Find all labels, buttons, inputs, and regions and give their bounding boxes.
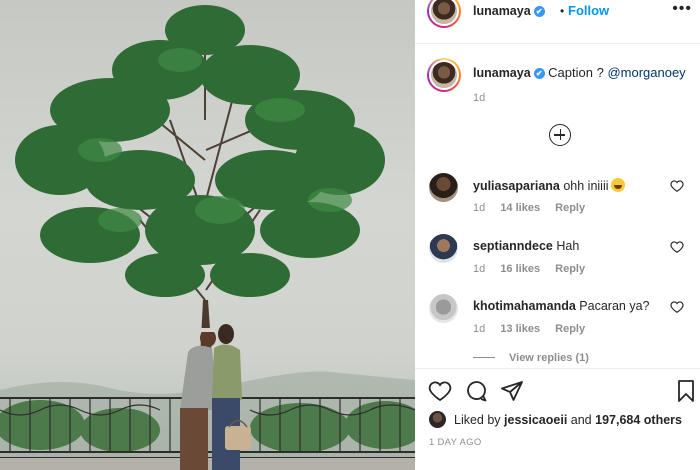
comment-item: septianndece Hah 1d 16 likes Reply bbox=[415, 234, 700, 284]
liker-username[interactable]: jessicaoeii bbox=[504, 413, 567, 427]
comment-likes[interactable]: 14 likes bbox=[500, 202, 540, 214]
comment-time[interactable]: 1d bbox=[473, 323, 485, 335]
separator-dot: • bbox=[560, 4, 565, 18]
likes-prefix: Liked by bbox=[454, 413, 501, 427]
grinning-squint-face-icon bbox=[610, 178, 625, 192]
post-panel: lunamaya ✔ • Follow ••• lunamaya ✔ Caption… bbox=[415, 0, 700, 470]
comment-time[interactable]: 1d bbox=[473, 263, 485, 275]
reply-button[interactable]: Reply bbox=[555, 263, 585, 275]
caption-avatar[interactable] bbox=[427, 58, 461, 92]
view-replies-label[interactable]: View replies (1) bbox=[509, 352, 589, 364]
replies-divider bbox=[473, 357, 495, 358]
caption-username[interactable]: lunamaya ✔ bbox=[473, 66, 548, 80]
comment-text: septianndece Hah bbox=[473, 239, 579, 253]
follow-button[interactable]: Follow bbox=[568, 3, 609, 18]
post-header: lunamaya ✔ • Follow ••• bbox=[415, 0, 700, 44]
liker-avatar[interactable] bbox=[429, 411, 446, 428]
bookmark-icon[interactable] bbox=[674, 379, 698, 403]
commenter-avatar[interactable] bbox=[429, 294, 458, 323]
caption-mention-link[interactable]: @morganoey bbox=[607, 65, 685, 80]
likes-and: and bbox=[570, 413, 592, 427]
commenter-username[interactable]: septianndece bbox=[473, 239, 553, 253]
commenter-avatar[interactable] bbox=[429, 234, 458, 263]
verified-badge-icon: ✔ bbox=[533, 68, 545, 79]
reply-button[interactable]: Reply bbox=[555, 202, 585, 214]
commenter-username[interactable]: yuliasapariana bbox=[473, 179, 560, 193]
verified-badge-icon: ✔ bbox=[533, 6, 545, 17]
reply-button[interactable]: Reply bbox=[555, 323, 585, 335]
comment-text: yuliasapariana ohh iniiii bbox=[473, 178, 625, 193]
comment-item: yuliasapariana ohh iniiii 1d 14 likes Re… bbox=[415, 173, 700, 223]
likes-count[interactable]: 197,684 others bbox=[595, 413, 682, 427]
comment-body: ohh iniiii bbox=[563, 179, 609, 193]
comment-body: Pacaran ya? bbox=[579, 299, 650, 313]
view-replies-button[interactable]: View replies (1) bbox=[473, 352, 589, 364]
caption-body: Caption ? bbox=[548, 65, 604, 80]
comment-likes[interactable]: 16 likes bbox=[500, 263, 540, 275]
comment-meta: 1d 14 likes Reply bbox=[473, 202, 597, 214]
comment-body: Hah bbox=[556, 239, 580, 253]
post-timestamp[interactable]: 1 DAY AGO bbox=[429, 437, 482, 448]
comment-like-heart-icon[interactable] bbox=[670, 300, 684, 314]
commenter-username[interactable]: khotimahamanda bbox=[473, 299, 576, 313]
caption-username-text[interactable]: lunamaya bbox=[473, 66, 531, 80]
photo-illustration bbox=[0, 5, 415, 470]
comment-icon[interactable] bbox=[464, 379, 488, 403]
comment-like-heart-icon[interactable] bbox=[670, 240, 684, 254]
post-photo[interactable] bbox=[0, 0, 415, 470]
commenter-avatar[interactable] bbox=[429, 173, 458, 202]
likes-summary: Liked by jessicaoeii and 197,684 others bbox=[429, 411, 699, 431]
comment-like-heart-icon[interactable] bbox=[670, 179, 684, 193]
author-username[interactable]: lunamaya ✔ bbox=[473, 4, 545, 18]
caption-time[interactable]: 1d bbox=[473, 92, 485, 104]
caption-text: lunamaya ✔ Caption ? @morganoey bbox=[473, 65, 686, 80]
likes-text: Liked by jessicaoeii and 197,684 others bbox=[454, 413, 682, 427]
load-more-comments-icon[interactable] bbox=[549, 124, 571, 146]
post-actions: Liked by jessicaoeii and 197,684 others … bbox=[415, 368, 700, 470]
heart-icon[interactable] bbox=[428, 379, 452, 403]
comment-likes[interactable]: 13 likes bbox=[500, 323, 540, 335]
author-username-text[interactable]: lunamaya bbox=[473, 4, 531, 18]
more-options-icon[interactable]: ••• bbox=[672, 0, 692, 18]
author-avatar[interactable] bbox=[427, 0, 461, 28]
comment-text: khotimahamanda Pacaran ya? bbox=[473, 299, 649, 313]
comment-item: khotimahamanda Pacaran ya? 1d 13 likes R… bbox=[415, 294, 700, 344]
share-icon[interactable] bbox=[500, 379, 524, 403]
comment-meta: 1d 13 likes Reply bbox=[473, 323, 597, 335]
comment-time[interactable]: 1d bbox=[473, 202, 485, 214]
comment-meta: 1d 16 likes Reply bbox=[473, 263, 597, 275]
